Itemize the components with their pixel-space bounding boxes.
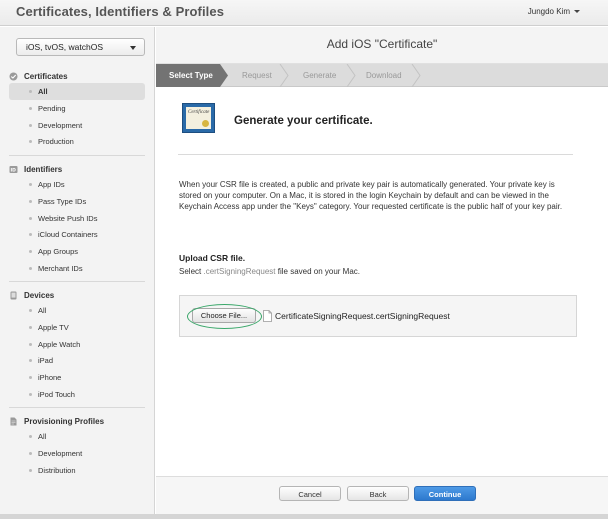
- sidebar-item-distribution[interactable]: Distribution: [9, 462, 145, 479]
- section-header: Devices: [9, 288, 145, 302]
- section-title: Devices: [24, 290, 55, 300]
- continue-button[interactable]: Continue: [414, 486, 476, 501]
- sidebar-item-profiles-development[interactable]: Development: [9, 445, 145, 462]
- sidebar-item-production[interactable]: Production: [9, 133, 145, 150]
- upload-subtitle: Select .certSigningRequest file saved on…: [179, 267, 360, 276]
- upload-sub-extension: .certSigningRequest: [203, 267, 276, 276]
- section-header: Provisioning Profiles: [9, 414, 145, 428]
- sidebar-item-ipod-touch[interactable]: iPod Touch: [9, 386, 145, 403]
- seal-icon: [202, 120, 209, 127]
- upload-sub-suffix: file saved on your Mac.: [277, 267, 361, 276]
- upload-title: Upload CSR file.: [179, 253, 246, 263]
- step-generate: Generate: [303, 71, 337, 80]
- sidebar-section-devices: Devices All Apple TV Apple Watch iPad iP…: [9, 288, 145, 403]
- file-icon: [263, 310, 272, 322]
- user-menu[interactable]: Jungdo Kim: [528, 7, 580, 16]
- back-button[interactable]: Back: [347, 486, 409, 501]
- section-divider: [9, 155, 145, 156]
- upload-sub-prefix: Select: [179, 267, 202, 276]
- sidebar-section-identifiers: ID Identifiers App IDs Pass Type IDs Web…: [9, 162, 145, 277]
- step-download: Download: [366, 71, 402, 80]
- certificate-image-label: Certificate: [188, 110, 210, 115]
- main-header: Add iOS "Certificate": [156, 27, 608, 64]
- sidebar-item-app-ids[interactable]: App IDs: [9, 176, 145, 193]
- check-circle-icon: [9, 72, 18, 81]
- bottom-edge: [0, 514, 608, 519]
- footer-actions: Cancel Back Continue: [156, 476, 608, 519]
- section-divider: [9, 407, 145, 408]
- app-title: Certificates, Identifiers & Profiles: [16, 4, 225, 19]
- sidebar-item-ipad[interactable]: iPad: [9, 352, 145, 369]
- sidebar-item-pass-type-ids[interactable]: Pass Type IDs: [9, 193, 145, 210]
- sidebar-item-icloud-containers[interactable]: iCloud Containers: [9, 226, 145, 243]
- chevron-down-icon: [574, 10, 580, 13]
- section-header: Certificates: [9, 69, 145, 83]
- sidebar-item-apple-watch[interactable]: Apple Watch: [9, 336, 145, 353]
- description-text: When your CSR file is created, a public …: [179, 180, 563, 211]
- sidebar-item-development[interactable]: Development: [9, 117, 145, 134]
- chevron-down-icon: [130, 46, 136, 50]
- upload-box: Choose File... CertificateSigningRequest…: [179, 295, 577, 337]
- sidebar-item-pending[interactable]: Pending: [9, 100, 145, 117]
- sidebar-item-iphone[interactable]: iPhone: [9, 369, 145, 386]
- svg-text:ID: ID: [11, 167, 17, 173]
- cancel-button[interactable]: Cancel: [279, 486, 341, 501]
- sidebar: iOS, tvOS, watchOS Certificates All Pend…: [0, 27, 155, 519]
- user-name: Jungdo Kim: [527, 7, 570, 16]
- section-title: Provisioning Profiles: [24, 416, 105, 426]
- section-divider: [9, 281, 145, 282]
- sidebar-item-certificates-all[interactable]: All: [9, 83, 145, 100]
- document-icon: [9, 417, 18, 426]
- page-title: Add iOS "Certificate": [326, 37, 438, 51]
- step-indicator: Select Type Request Generate Download: [156, 64, 608, 87]
- certificate-image: Certificate: [182, 103, 215, 133]
- step-request: Request: [242, 71, 272, 80]
- highlight-ring: [187, 304, 262, 329]
- selected-file-name: CertificateSigningRequest.certSigningReq…: [275, 311, 450, 321]
- sidebar-item-apple-tv[interactable]: Apple TV: [9, 319, 145, 336]
- sidebar-section-certificates: Certificates All Pending Development Pro…: [9, 69, 145, 150]
- sidebar-item-devices-all[interactable]: All: [9, 302, 145, 319]
- device-icon: [9, 291, 18, 300]
- certificate-heading: Generate your certificate.: [234, 115, 373, 127]
- sidebar-item-website-push-ids[interactable]: Website Push IDs: [9, 210, 145, 227]
- sidebar-item-merchant-ids[interactable]: Merchant IDs: [9, 260, 145, 277]
- section-title: Identifiers: [24, 164, 63, 174]
- sidebar-item-profiles-all[interactable]: All: [9, 428, 145, 445]
- sidebar-item-app-groups[interactable]: App Groups: [9, 243, 145, 260]
- top-bar: Certificates, Identifiers & Profiles Jun…: [0, 0, 608, 26]
- platform-select-value: iOS, tvOS, watchOS: [26, 42, 103, 52]
- section-title: Certificates: [24, 71, 68, 81]
- section-header: ID Identifiers: [9, 162, 145, 176]
- platform-select[interactable]: iOS, tvOS, watchOS: [16, 38, 145, 56]
- sidebar-section-provisioning-profiles: Provisioning Profiles All Development Di…: [9, 414, 145, 478]
- id-badge-icon: ID: [9, 165, 18, 174]
- step-select-type: Select Type: [169, 71, 213, 80]
- main-panel: Add iOS "Certificate" Select Type Reques…: [156, 27, 608, 519]
- divider: [178, 154, 573, 155]
